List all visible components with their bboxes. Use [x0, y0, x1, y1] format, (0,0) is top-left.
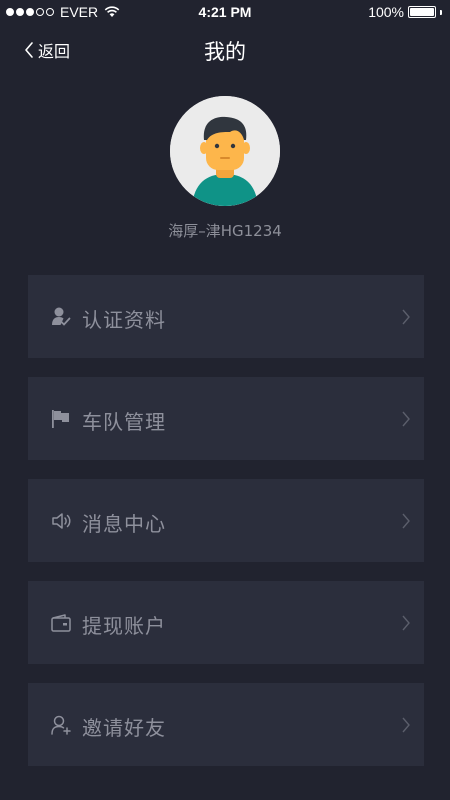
user-verify-icon — [52, 307, 71, 326]
flag-icon — [52, 410, 69, 428]
speaker-icon — [52, 513, 71, 529]
chevron-right-icon — [402, 615, 410, 631]
menu-item-messages[interactable]: 消息中心 — [28, 479, 424, 562]
menu-list: 认证资料 车队管理 消息中心 提现账户 邀请好友 — [28, 275, 424, 785]
menu-item-label: 消息中心 — [82, 512, 166, 536]
menu-item-label: 车队管理 — [82, 410, 166, 434]
page-title: 我的 — [204, 40, 246, 64]
menu-item-verification[interactable]: 认证资料 — [28, 275, 424, 358]
menu-item-withdraw[interactable]: 提现账户 — [28, 581, 424, 664]
chevron-right-icon — [402, 513, 410, 529]
menu-item-label: 邀请好友 — [82, 716, 166, 740]
chevron-right-icon — [402, 309, 410, 325]
menu-item-fleet[interactable]: 车队管理 — [28, 377, 424, 460]
battery-level — [410, 8, 434, 16]
avatar[interactable] — [170, 96, 280, 206]
status-right: 100% — [368, 4, 442, 20]
avatar-person-icon — [170, 96, 280, 206]
add-user-icon — [51, 715, 71, 735]
menu-item-invite[interactable]: 邀请好友 — [28, 683, 424, 766]
battery-tip — [440, 9, 442, 15]
wallet-icon — [51, 614, 71, 632]
battery-percent: 100% — [368, 4, 404, 20]
chevron-right-icon — [402, 411, 410, 427]
status-bar: EVER 4:21 PM 100% — [0, 0, 450, 24]
menu-item-label: 提现账户 — [82, 614, 166, 638]
chevron-right-icon — [402, 717, 410, 733]
username: 海厚–津HG1234 — [168, 222, 282, 240]
nav-bar: 返回 我的 — [0, 26, 450, 74]
battery-icon — [408, 6, 436, 18]
menu-item-label: 认证资料 — [82, 308, 166, 332]
